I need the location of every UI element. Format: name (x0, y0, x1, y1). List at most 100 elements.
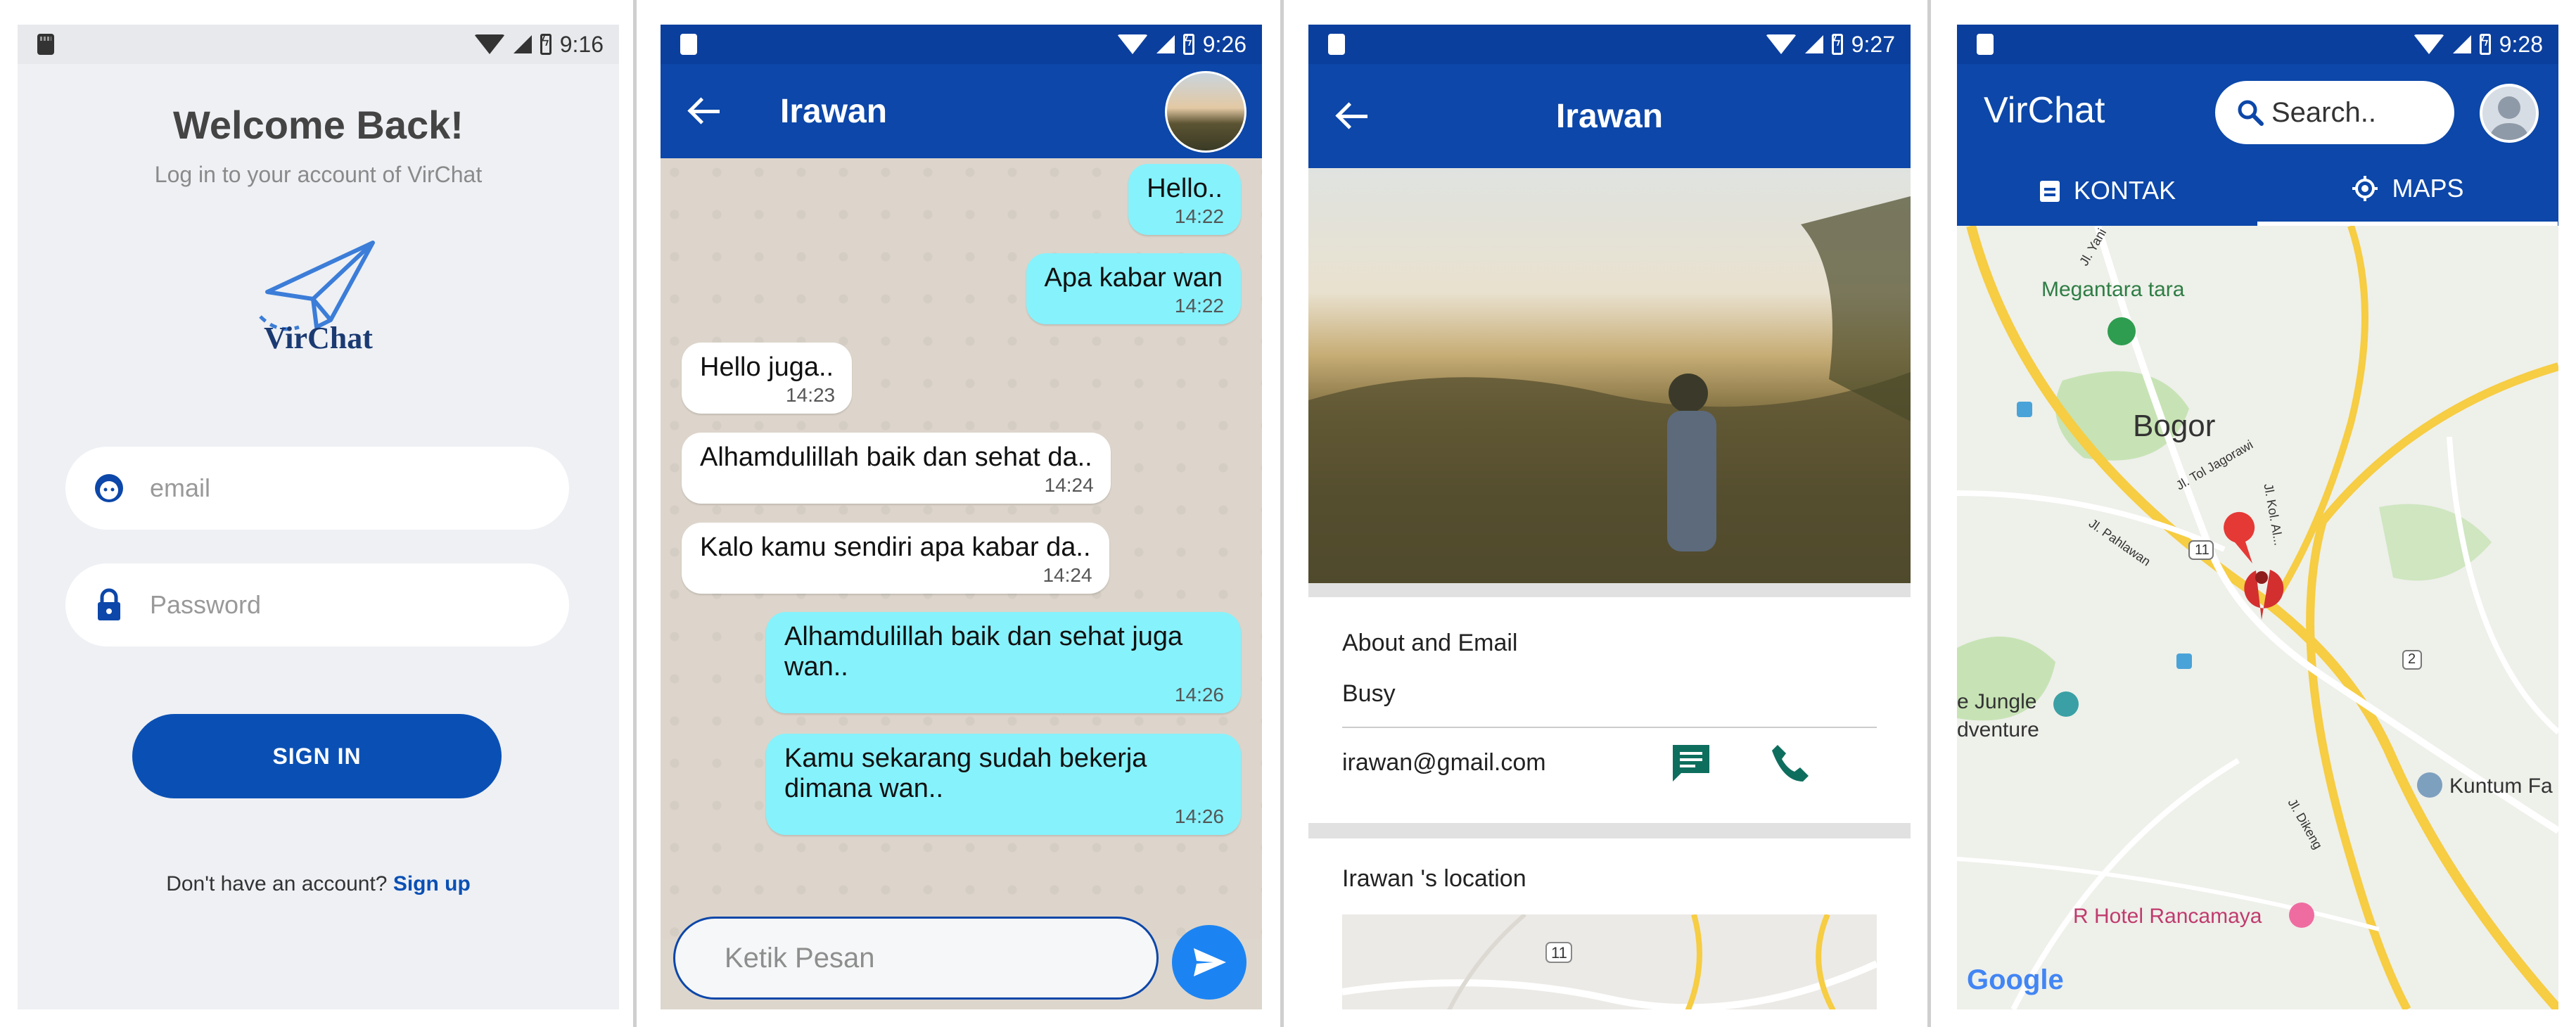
sd-card-icon (1977, 34, 1994, 55)
status-bar: 9:28 (1957, 25, 2558, 64)
road-marker: 11 (2195, 542, 2210, 558)
email-placeholder: email (150, 473, 211, 502)
battery-icon (540, 34, 551, 55)
avatar[interactable] (2480, 84, 2539, 143)
message-bubble-incoming: Alhamdulillah baik dan sehat da.. 14:24 (682, 433, 1111, 504)
signal-icon (1804, 35, 1823, 53)
message-text: Kalo kamu sendiri apa kabar da.. (700, 532, 1091, 562)
signup-link[interactable]: Sign up (393, 872, 471, 895)
message-time: 14:26 (1174, 805, 1224, 827)
send-icon (1194, 948, 1226, 976)
map-view[interactable]: Megantara tara Bogor Jl. Tol Jagorawi Jl… (1957, 226, 2558, 1009)
road-marker: 11 (1551, 944, 1567, 962)
status-bar: 9:26 (661, 25, 1262, 64)
password-placeholder: Password (150, 590, 262, 619)
status-time: 9:16 (559, 31, 604, 57)
map-label: e Jungle (1957, 690, 2037, 713)
message-time: 14:22 (1174, 205, 1224, 227)
email-value: irawan@gmail.com (1342, 749, 1546, 776)
map-label: Kuntum Fa (2449, 774, 2553, 798)
message-time: 14:22 (1174, 295, 1224, 317)
sd-card-icon (37, 34, 54, 55)
profile-app-bar: Irawan (1308, 64, 1911, 168)
divider-line (1342, 727, 1877, 728)
google-logo: Google (1967, 964, 2064, 995)
search-icon (2238, 100, 2264, 126)
message-icon[interactable] (1669, 741, 1714, 786)
screenshot-collage: 9:16 Welcome Back! Log in to your accoun… (0, 0, 2576, 1027)
divider-line (1927, 0, 1931, 1027)
contact-name: Irawan (780, 92, 888, 130)
chat-screen: 9:26 Irawan Hello.. 14:22 Apa kabar wan … (661, 25, 1262, 1009)
profile-photo (1308, 168, 1911, 583)
map-roads (1342, 914, 1877, 1009)
message-time: 14:26 (1174, 684, 1224, 706)
page-subtitle: Log in to your account of VirChat (154, 162, 483, 187)
message-bubble-incoming: Kalo kamu sendiri apa kabar da.. 14:24 (682, 523, 1109, 594)
map-label: R Hotel Rancamaya (2073, 905, 2262, 928)
chat-app-bar: Irawan (661, 64, 1262, 158)
status-time: 9:27 (1851, 31, 1895, 57)
message-input[interactable]: Ketik Pesan (673, 917, 1159, 1000)
profile-screen: 9:27 Irawan About and Email Busy irawan@… (1308, 25, 1911, 1009)
search-input[interactable]: Search.. (2215, 81, 2454, 144)
status-time: 9:26 (1202, 31, 1246, 57)
tab-kontak[interactable]: KONTAK (1957, 155, 2257, 226)
home-app-bar: VirChat Search.. KONTAK MAPS (1957, 64, 2558, 226)
face-icon (92, 471, 126, 505)
message-time: 14:23 (786, 384, 836, 406)
message-time: 14:24 (1044, 474, 1094, 496)
status-time: 9:28 (2499, 31, 2543, 57)
contact-avatar[interactable] (1165, 71, 1246, 153)
no-account-text: Don't have an account? (166, 872, 388, 895)
message-list[interactable]: Hello.. 14:22 Apa kabar wan 14:22 Hello … (661, 158, 1262, 939)
message-time: 14:24 (1042, 564, 1092, 586)
message-bubble-outgoing: Kamu sekarang sudah bekerja dimana wan..… (766, 734, 1241, 835)
section-divider (1308, 583, 1911, 597)
location-target-icon (2352, 176, 2378, 201)
message-text: Hello juga.. (700, 352, 834, 382)
battery-icon (1831, 34, 1843, 55)
phone-icon[interactable] (1769, 742, 1811, 784)
back-arrow-icon[interactable] (682, 83, 738, 139)
about-value: Busy (1342, 680, 1396, 707)
status-bar: 9:16 (18, 25, 619, 64)
message-text: Alhamdulillah baik dan sehat da.. (700, 442, 1092, 472)
divider-line (633, 0, 637, 1027)
landscape-photo-image (1308, 196, 1911, 583)
message-bubble-outgoing: Apa kabar wan 14:22 (1026, 253, 1241, 324)
location-mini-map[interactable]: 11 (1342, 914, 1877, 1009)
sd-card-icon (680, 34, 697, 55)
login-screen: 9:16 Welcome Back! Log in to your accoun… (18, 25, 619, 1009)
wifi-icon (473, 34, 505, 54)
message-text: Alhamdulillah baik dan sehat juga wan.. (784, 622, 1183, 682)
page-title: Welcome Back! (173, 103, 464, 147)
message-text: Kamu sekarang sudah bekerja dimana wan.. (784, 744, 1147, 803)
person-icon (2489, 96, 2530, 140)
send-button[interactable] (1172, 925, 1246, 1000)
app-title: VirChat (1984, 90, 2105, 131)
password-field[interactable]: Password (65, 563, 569, 646)
wifi-icon (1116, 34, 1148, 54)
map-label: dventure (1957, 718, 2039, 741)
email-field[interactable]: email (65, 447, 569, 530)
map-roads (1957, 226, 2558, 1009)
wifi-icon (2413, 34, 2444, 54)
battery-icon (1182, 34, 1194, 55)
profile-name: Irawan (1555, 97, 1664, 135)
battery-icon (2479, 34, 2491, 55)
signup-prompt: Don't have an account? Sign up (18, 872, 619, 896)
tab-maps[interactable]: MAPS (2257, 155, 2558, 226)
road-marker: 2 (2408, 651, 2416, 667)
search-placeholder: Search.. (2271, 96, 2376, 128)
signal-icon (513, 35, 532, 53)
location-label: Irawan 's location (1342, 865, 1526, 892)
sd-card-icon (1328, 34, 1345, 55)
divider-line (1280, 0, 1284, 1027)
signal-icon (2452, 35, 2471, 53)
map-label: Megantara tara (2041, 278, 2185, 301)
map-label: Bogor (2133, 409, 2216, 443)
message-text: Hello.. (1147, 174, 1223, 203)
signin-button[interactable]: SIGN IN (132, 714, 502, 798)
section-divider (1308, 823, 1911, 838)
